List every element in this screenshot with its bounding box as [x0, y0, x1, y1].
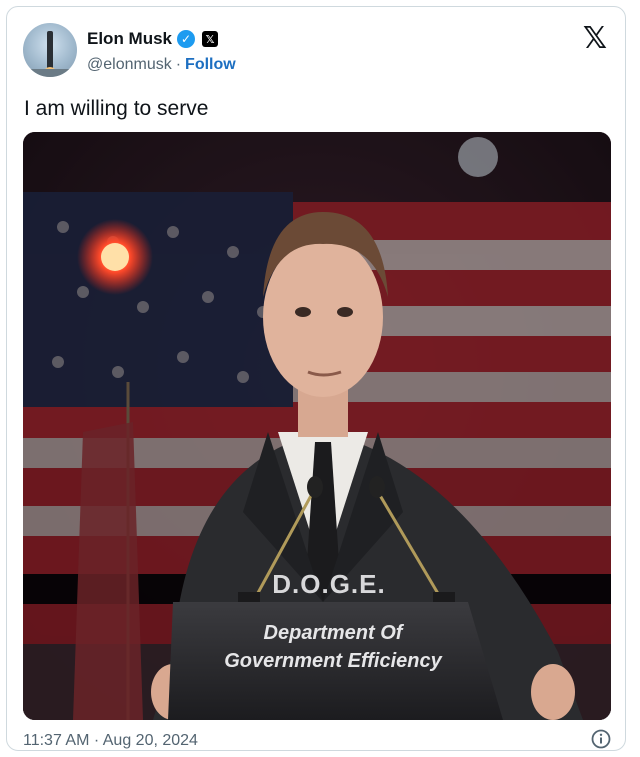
podium-heading: D.O.G.E. [272, 569, 385, 599]
verified-badge-icon: ✓ [177, 30, 196, 48]
avatar[interactable] [23, 23, 77, 77]
tweet-timestamp[interactable]: 11:37 AM · Aug 20, 2024 [23, 732, 198, 750]
podium-line2: Government Efficiency [224, 650, 442, 672]
author-name-row: Elon Musk ✓ 𝕏 [87, 29, 219, 49]
media-illustration: D.O.G.E. Department Of Government Effici… [23, 132, 611, 720]
tweet-card: Elon Musk ✓ 𝕏 @elonmusk · Follow 𝕏 I am … [6, 6, 626, 751]
tweet-text: I am willing to serve [24, 97, 209, 120]
x-logo-icon[interactable]: 𝕏 [583, 21, 607, 56]
handle-separator: · [175, 56, 182, 73]
podium-line1: Department Of [264, 622, 405, 644]
x-affiliation-icon[interactable]: 𝕏 [202, 31, 219, 47]
rocket-silhouette [47, 31, 53, 71]
launchpad-ground [23, 69, 77, 77]
author-handle-row: @elonmusk · Follow [87, 56, 236, 74]
author-handle[interactable]: @elonmusk [87, 56, 172, 74]
info-icon[interactable] [591, 729, 611, 749]
tweet-media-image[interactable]: D.O.G.E. Department Of Government Effici… [23, 132, 611, 720]
author-display-name[interactable]: Elon Musk [87, 29, 172, 49]
follow-button[interactable]: Follow [185, 56, 236, 74]
